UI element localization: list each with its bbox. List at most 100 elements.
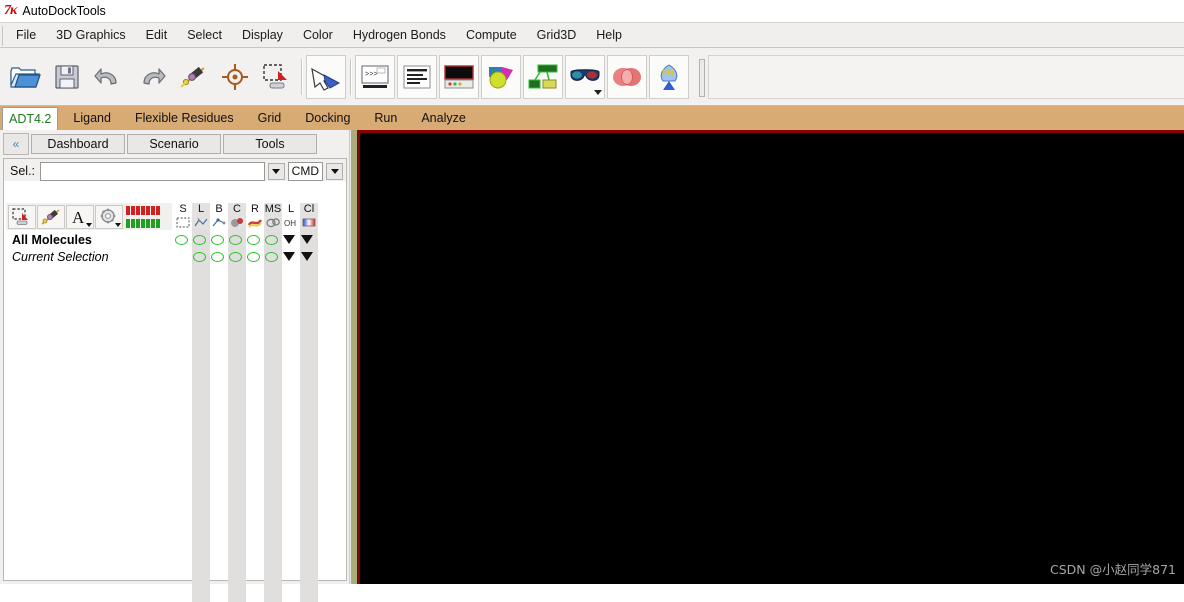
table-column-headers: S L B C R MS L OH Cl (174, 203, 322, 231)
molecule-bond-icon[interactable] (173, 55, 213, 99)
toggle-l[interactable] (190, 248, 208, 265)
menu-bar: File 3D Graphics Edit Select Display Col… (0, 22, 1184, 48)
module-tab-bar: ADT4.2 Ligand Flexible Residues Grid Doc… (0, 106, 1184, 130)
main-toolbar: >>> FR (0, 48, 1184, 106)
open-folder-icon[interactable] (5, 55, 45, 99)
column-header-c[interactable]: C (228, 203, 246, 229)
toolbar-grip[interactable] (696, 57, 706, 97)
save-floppy-icon[interactable] (47, 55, 87, 99)
column-header-l-lines[interactable]: L (192, 203, 210, 229)
selection-row: Sel.: CMD (4, 159, 346, 181)
module-tab-ligand[interactable]: Ligand (61, 106, 123, 130)
selection-dropdown-button[interactable] (267, 162, 285, 180)
dashboard-icon-toolbar: A (6, 203, 172, 230)
display-screen-icon[interactable] (439, 54, 479, 99)
table-row[interactable]: All Molecules (6, 231, 344, 248)
column-header-ms[interactable]: MS (264, 203, 282, 229)
module-tab-adt42[interactable]: ADT4.2 (2, 107, 59, 130)
network-graph-icon[interactable] (523, 54, 563, 99)
toggle-labels[interactable] (280, 248, 298, 265)
toggle-color[interactable] (298, 248, 316, 265)
column-header-b[interactable]: B (210, 203, 228, 229)
pointer-hand-icon[interactable] (306, 54, 346, 99)
row-toggles (172, 231, 320, 248)
flexible-residues-icon[interactable]: FR (649, 54, 689, 99)
gear-settings-icon[interactable] (95, 204, 123, 229)
menu-compute[interactable]: Compute (456, 25, 527, 45)
tab-scenario[interactable]: Scenario (127, 134, 221, 154)
row-toggles (172, 248, 320, 265)
menu-display[interactable]: Display (232, 25, 293, 45)
autodocktools-window: 7κ AutoDockTools File 3D Graphics Edit S… (0, 0, 1184, 602)
menu-file[interactable]: File (6, 25, 46, 45)
selection-tool-icon[interactable] (8, 204, 36, 229)
chevron-down-icon (272, 168, 281, 174)
chevron-down-icon[interactable] (115, 222, 121, 227)
collapse-panel-button[interactable]: « (3, 133, 29, 155)
toggle-r[interactable] (244, 231, 262, 248)
tab-tools[interactable]: Tools (223, 134, 317, 154)
menu-3d-graphics[interactable]: 3D Graphics (46, 25, 135, 45)
toggle-b[interactable] (208, 248, 226, 265)
chevron-down-icon[interactable] (86, 222, 92, 227)
toggle-l[interactable] (190, 231, 208, 248)
toggle-labels[interactable] (280, 231, 298, 248)
menu-grid3d[interactable]: Grid3D (527, 25, 587, 45)
module-tab-analyze[interactable]: Analyze (409, 106, 477, 130)
anaglyph-stereo-icon[interactable] (607, 54, 647, 99)
text-lines-icon[interactable] (397, 54, 437, 99)
dashboard-content: Sel.: CMD A S L B C R MS L OH Cl All Mol… (3, 158, 347, 602)
stereo-glasses-icon[interactable] (565, 54, 605, 99)
selection-to-object-icon[interactable] (257, 55, 297, 99)
color-sphere-icon[interactable] (481, 54, 521, 99)
hydroxyl-label-icon: OH (283, 215, 299, 229)
menu-help[interactable]: Help (586, 25, 632, 45)
chevron-down-icon[interactable] (594, 89, 602, 95)
column-header-s[interactable]: S (174, 203, 192, 229)
toggle-ms[interactable] (262, 248, 280, 265)
column-header-cl[interactable]: Cl (300, 203, 318, 229)
toolbar-separator (347, 55, 354, 99)
ball-stick-icon (212, 215, 226, 229)
toggle-s[interactable] (172, 248, 190, 265)
menu-edit[interactable]: Edit (136, 25, 178, 45)
toggle-s[interactable] (172, 231, 190, 248)
watermark: CSDN @小赵同学871 (1050, 562, 1176, 577)
row-label-all-molecules[interactable]: All Molecules (6, 233, 172, 247)
selection-input[interactable] (40, 161, 265, 181)
table-row[interactable]: Current Selection (6, 248, 344, 265)
toggle-color[interactable] (298, 231, 316, 248)
module-tab-run[interactable]: Run (362, 106, 409, 130)
ribbon-icon (248, 215, 262, 229)
menu-hydrogen-bonds[interactable]: Hydrogen Bonds (343, 25, 456, 45)
toggle-r[interactable] (244, 248, 262, 265)
redo-icon[interactable] (131, 55, 171, 99)
sequence-bar-icon[interactable] (126, 205, 160, 228)
tab-dashboard[interactable]: Dashboard (31, 134, 125, 154)
toggle-ms[interactable] (262, 231, 280, 248)
module-tab-flexible-residues[interactable]: Flexible Residues (123, 106, 246, 130)
toggle-c[interactable] (226, 231, 244, 248)
column-header-r[interactable]: R (246, 203, 264, 229)
python-shell-icon[interactable]: >>> (355, 54, 395, 99)
toolbar-separator (298, 55, 305, 99)
molecule-tool-icon[interactable] (37, 204, 65, 229)
cpk-spheres-icon (230, 215, 244, 229)
center-target-icon[interactable] (215, 55, 255, 99)
molecule-viewport-3d[interactable]: CSDN @小赵同学871 (357, 130, 1184, 584)
toggle-c[interactable] (226, 248, 244, 265)
color-ramp-icon (302, 215, 316, 229)
row-label-current-selection[interactable]: Current Selection (6, 250, 172, 264)
menu-color[interactable]: Color (293, 25, 343, 45)
module-tab-docking[interactable]: Docking (293, 106, 362, 130)
selection-mode-box[interactable]: CMD (287, 161, 323, 181)
column-header-l-labels[interactable]: L OH (282, 203, 300, 229)
svg-text:A: A (72, 208, 85, 226)
module-tab-grid[interactable]: Grid (246, 106, 294, 130)
selection-label: Sel.: (10, 164, 36, 178)
menu-select[interactable]: Select (177, 25, 232, 45)
label-text-icon[interactable]: A (66, 204, 94, 229)
selection-mode-dropdown-button[interactable] (326, 162, 343, 180)
undo-icon[interactable] (89, 55, 129, 99)
toggle-b[interactable] (208, 231, 226, 248)
